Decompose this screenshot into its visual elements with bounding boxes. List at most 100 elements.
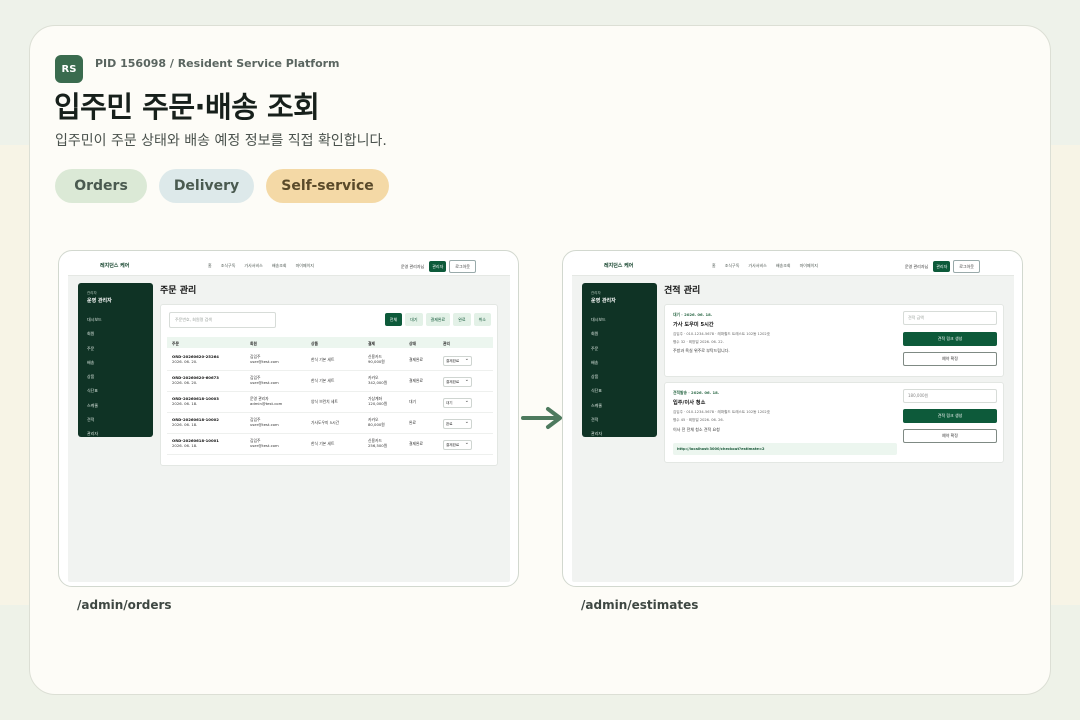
nav-housekeeping[interactable]: 가사서비스	[748, 263, 766, 269]
nav-mypage[interactable]: 마이페이지	[296, 263, 314, 269]
status-select[interactable]: 결제완료	[443, 355, 472, 366]
sidebar-item-estimates[interactable]: 견적	[591, 417, 606, 423]
admin-button[interactable]: 관리자	[429, 261, 447, 272]
sidebar-item-menu[interactable]: 식단표	[591, 388, 606, 394]
sidebar-item-schedule[interactable]: 스케줄	[87, 403, 102, 409]
col-status: 상태	[409, 340, 416, 346]
filter-cancel[interactable]: 취소	[473, 313, 491, 326]
order-date: 2026. 06. 18.	[172, 443, 198, 449]
estimates-screenshot: 레지던스 케어 홈 조식구독 가사서비스 배송조회 마이페이지 운영 관리자님 …	[562, 250, 1023, 587]
tag-list: Orders Delivery Self-service	[55, 169, 389, 203]
filter-done[interactable]: 완료	[453, 313, 471, 326]
status-filters: 전체 대기 결제완료 완료 취소	[384, 313, 491, 326]
sidebar-item-orders[interactable]: 주문	[591, 346, 606, 352]
filter-all[interactable]: 전체	[384, 313, 403, 326]
table-row[interactable]: ORD-20260620-60673 2026. 06. 20. 김입주 user@…	[167, 371, 493, 392]
sidebar-item-dashboard[interactable]: 대시보드	[591, 317, 606, 323]
filter-pending[interactable]: 대기	[405, 313, 423, 326]
arrow-right-icon	[521, 407, 562, 429]
table-header: 주문 회원 상품 결제 상태 관리	[167, 337, 493, 348]
estimate-status: 대기 · 2026. 06. 18.	[673, 312, 713, 317]
nav-user-area: 운영 관리자님 관리자 로그아웃	[905, 260, 980, 273]
nav-mypage[interactable]: 마이페이지	[800, 263, 818, 269]
sidebar-item-members[interactable]: 회원	[87, 331, 102, 337]
nav-links: 홈 조식구독 가사서비스 배송조회 마이페이지	[208, 263, 314, 269]
sidebar-role: 관리자	[87, 291, 97, 295]
nav-home[interactable]: 홈	[712, 263, 716, 269]
sidebar-item-schedule[interactable]: 스케줄	[591, 403, 606, 409]
sidebar-item-delivery[interactable]: 배송	[591, 360, 606, 366]
orders-caption: /admin/orders	[77, 598, 172, 612]
sidebar-item-products[interactable]: 상품	[591, 374, 606, 380]
confirm-booking-button[interactable]: 예약 확정	[903, 352, 997, 366]
create-link-button[interactable]: 견적 링크 생성	[903, 332, 997, 346]
page-title: 입주민 주문·배송 조회	[54, 90, 320, 124]
table-row[interactable]: ORD-20260618-10001 2026. 06. 18. 김입주 user@…	[167, 434, 493, 455]
order-date: 2026. 06. 18.	[172, 422, 198, 428]
sidebar-item-orders[interactable]: 주문	[87, 346, 102, 352]
estimate-amount-input[interactable]: 180,000원	[903, 389, 997, 403]
member-email: user@test.com	[250, 443, 279, 449]
member-email: admin@test.com	[250, 401, 283, 407]
nav-breakfast[interactable]: 조식구독	[725, 263, 740, 269]
order-status: 대기	[409, 399, 416, 404]
orders-panel: 주문번호, 회원명 검색 전체 대기 결제완료 완료 취소 주문 회원 상품 결…	[160, 304, 498, 466]
estimate-detail: 평수 45 · 희망일 2026. 06. 26.	[673, 418, 724, 422]
product-name: 한식 기본 세트	[311, 378, 335, 383]
sidebar-item-dashboard[interactable]: 대시보드	[87, 317, 102, 323]
admin-sidebar: 관리자 운영 관리자 대시보드 회원 주문 배송 상품 식단표 스케줄 견적 관…	[582, 283, 657, 437]
brand-logo[interactable]: 레지던스 케어	[604, 262, 633, 269]
logout-button[interactable]: 로그아웃	[449, 260, 476, 273]
col-member: 회원	[250, 340, 257, 346]
user-name: 운영 관리자님	[904, 263, 929, 269]
nav-delivery[interactable]: 배송조회	[776, 263, 791, 269]
brand-logo[interactable]: 레지던스 케어	[100, 262, 129, 269]
nav-breakfast[interactable]: 조식구독	[221, 263, 236, 269]
table-row[interactable]: ORD-20260620-25264 2026. 06. 20. 김입주 user@…	[167, 350, 493, 371]
sidebar-item-members[interactable]: 회원	[591, 331, 606, 337]
nav-home[interactable]: 홈	[208, 263, 212, 269]
table-row[interactable]: ORD-20260618-10003 2026. 06. 18. 운영 관리자 ad…	[167, 392, 493, 413]
status-select[interactable]: 결제완료	[443, 376, 472, 387]
search-input[interactable]: 주문번호, 회원명 검색	[169, 312, 276, 328]
estimate-note: 주방과 욕실 위주로 부탁드립니다.	[673, 348, 730, 353]
tag-delivery: Delivery	[159, 169, 254, 203]
sidebar-item-admins[interactable]: 관리자	[87, 431, 102, 437]
confirm-booking-button[interactable]: 예약 확정	[903, 429, 997, 443]
checkout-link[interactable]: http://localhost:3000/checkout?estimate=…	[673, 443, 897, 455]
estimate-note: 이사 전 전체 청소 견적 요청	[673, 427, 720, 432]
order-date: 2026. 06. 20.	[172, 380, 198, 386]
nav-housekeeping[interactable]: 가사서비스	[244, 263, 262, 269]
product-name: 한식 기본 세트	[311, 357, 335, 362]
sidebar-item-products[interactable]: 상품	[87, 374, 102, 380]
tag-orders: Orders	[55, 169, 147, 203]
estimate-amount-input[interactable]: 견적 금액	[903, 311, 997, 325]
sidebar-item-estimates[interactable]: 견적	[87, 417, 102, 423]
status-select[interactable]: 대기	[443, 397, 472, 408]
estimates-page-title: 견적 관리	[664, 286, 701, 296]
sidebar-item-delivery[interactable]: 배송	[87, 360, 102, 366]
pay-amount: 90,000원	[368, 359, 385, 365]
nav-user-area: 운영 관리자님 관리자 로그아웃	[401, 260, 476, 273]
estimate-card: 견적발송 · 2026. 06. 18. 입주/이사 청소 김입주 · 010-…	[664, 382, 1004, 463]
status-select[interactable]: 결제완료	[443, 439, 472, 450]
page-subtitle: 입주민이 주문 상태와 배송 예정 정보를 직접 확인합니다.	[55, 133, 387, 149]
filter-paid[interactable]: 결제완료	[425, 313, 451, 326]
orders-page-title: 주문 관리	[160, 286, 197, 296]
col-product: 상품	[311, 340, 318, 346]
col-manage: 관리	[443, 340, 450, 346]
nav-delivery[interactable]: 배송조회	[272, 263, 287, 269]
pay-amount: 342,000원	[368, 380, 388, 386]
table-row[interactable]: ORD-20260618-10002 2026. 06. 18. 김입주 user@…	[167, 413, 493, 434]
user-name: 운영 관리자님	[400, 263, 425, 269]
sidebar-item-menu[interactable]: 식단표	[87, 388, 102, 394]
sidebar-name: 운영 관리자	[87, 298, 112, 304]
col-payment: 결제	[368, 340, 375, 346]
logout-button[interactable]: 로그아웃	[953, 260, 980, 273]
create-link-button[interactable]: 견적 링크 생성	[903, 409, 997, 423]
status-select[interactable]: 완료	[443, 418, 472, 429]
member-email: user@test.com	[250, 422, 279, 428]
sidebar-item-admins[interactable]: 관리자	[591, 431, 606, 437]
top-nav: 레지던스 케어 홈 조식구독 가사서비스 배송조회 마이페이지 운영 관리자님 …	[572, 256, 1014, 276]
admin-button[interactable]: 관리자	[933, 261, 951, 272]
